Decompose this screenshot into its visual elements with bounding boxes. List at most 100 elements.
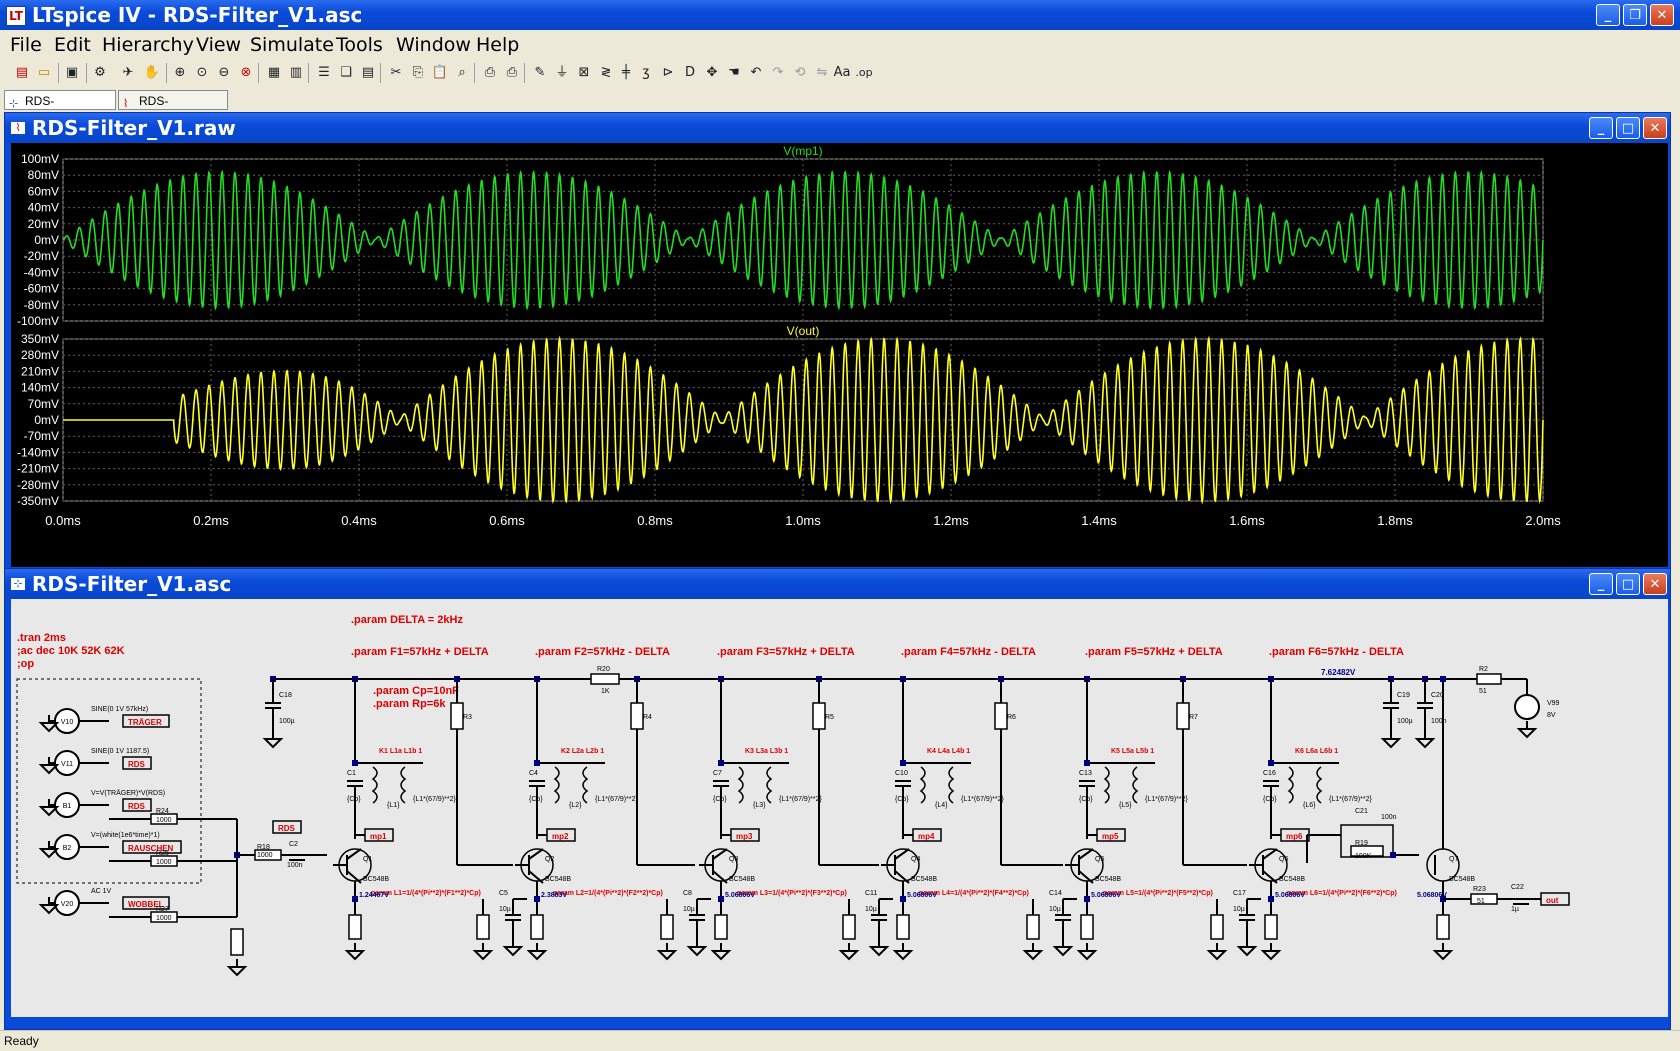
- param-cp: .param Cp=10nF: [373, 685, 459, 697]
- paste-icon[interactable]: 📋: [430, 63, 450, 83]
- waveform-minimize-button[interactable]: _: [1589, 117, 1613, 139]
- y-tick-label: 0mV: [34, 233, 59, 247]
- drag-icon[interactable]: ☚: [724, 63, 744, 83]
- cap-name: C8: [683, 890, 692, 897]
- cut-icon[interactable]: ✂: [386, 63, 406, 83]
- menu-edit[interactable]: Edit: [54, 34, 91, 56]
- control-panel-icon[interactable]: ⚙: [90, 63, 110, 83]
- halt-icon[interactable]: ✋: [142, 63, 162, 83]
- resistor-value: 1K: [601, 688, 610, 695]
- redo-icon[interactable]: ↷: [768, 63, 788, 83]
- text-icon[interactable]: Aa: [832, 63, 852, 83]
- junction: [1084, 896, 1090, 902]
- net-label: mp5: [1102, 832, 1119, 841]
- component-icon[interactable]: D: [680, 63, 700, 83]
- resistor: [660, 914, 674, 940]
- schematic-minimize-button[interactable]: _: [1589, 573, 1613, 595]
- new-schematic-icon[interactable]: ▤: [12, 63, 32, 83]
- cap-name: C1: [347, 770, 356, 777]
- ground-icon: [38, 806, 60, 817]
- node-voltage: 5.06806V: [725, 892, 755, 899]
- inductor-icon[interactable]: ʒ: [636, 63, 656, 83]
- x-tick-label: 2.0ms: [1525, 513, 1561, 528]
- open-folder-icon[interactable]: ▭: [34, 63, 54, 83]
- transistor-name: Q6: [1279, 856, 1288, 863]
- coupling-label: K1 L1a L1b 1: [379, 748, 422, 755]
- zoom-in-icon[interactable]: ⊕: [170, 63, 190, 83]
- resistor-icon[interactable]: ≷: [596, 63, 616, 83]
- pan-icon[interactable]: ⊙: [192, 63, 212, 83]
- tile-vertical-icon[interactable]: ▤: [358, 63, 378, 83]
- zoom-out-icon[interactable]: ⊖: [214, 63, 234, 83]
- find-icon[interactable]: ⌕: [452, 63, 472, 83]
- ground-icon: [38, 848, 60, 859]
- close-button[interactable]: ✕: [1650, 4, 1674, 26]
- menu-file[interactable]: File: [10, 34, 42, 56]
- autorange-icon[interactable]: ▦: [264, 63, 284, 83]
- undo-icon[interactable]: ↶: [746, 63, 766, 83]
- print-icon[interactable]: ⎙: [502, 63, 522, 83]
- print-setup-icon[interactable]: ⎙: [480, 63, 500, 83]
- minimize-button[interactable]: _: [1596, 4, 1620, 26]
- menu-view[interactable]: View: [196, 34, 241, 56]
- grid-icon[interactable]: ▥: [286, 63, 306, 83]
- ground-icon[interactable]: ⏚: [552, 63, 572, 83]
- supply-voltage-label: 7.62482V: [1321, 668, 1356, 677]
- y-tick-label: -60mV: [24, 282, 59, 296]
- tab-raw[interactable]: ⌇ RDS-Filter_V1.raw: [118, 90, 228, 128]
- menu-window[interactable]: Window: [396, 34, 471, 56]
- stage-param: .param F6=57kHz - DELTA: [1269, 646, 1404, 658]
- schematic-close-button[interactable]: ✕: [1643, 573, 1667, 595]
- source-name: B2: [63, 845, 72, 852]
- inductor-value: {L1*(67/9)**2}: [779, 796, 822, 803]
- capacitor-icon[interactable]: ╪: [616, 63, 636, 83]
- source-spec: SINE(0 1V 1187.5): [91, 748, 149, 755]
- resistor-name: R7: [1189, 714, 1198, 721]
- menu-help[interactable]: Help: [476, 34, 519, 56]
- plot-area[interactable]: V(mp1) 100mV 80mV 60mV 40mV 20mV 0mV -20mV -40mV…: [11, 143, 1668, 567]
- label-net-icon[interactable]: ⊠: [574, 63, 594, 83]
- cap-name: C18: [279, 692, 292, 699]
- resistor-name: R6: [1007, 714, 1016, 721]
- restore-button[interactable]: ❐: [1623, 4, 1647, 26]
- transistor-model: BC548B: [1279, 876, 1305, 883]
- mirror-icon[interactable]: ⇋: [812, 63, 832, 83]
- zoom-fit-icon[interactable]: ⊗: [236, 63, 256, 83]
- resistor: [1436, 914, 1450, 940]
- cascade-icon[interactable]: ❏: [336, 63, 356, 83]
- spice-directive: ;op: [17, 658, 34, 670]
- copy-icon[interactable]: ⎘: [408, 63, 428, 83]
- rotate-icon[interactable]: ⟲: [790, 63, 810, 83]
- ground-icon: [686, 946, 708, 957]
- ground-icon: [38, 904, 60, 915]
- menu-simulate[interactable]: Simulate: [250, 34, 334, 56]
- cap-value: 100n: [1431, 718, 1447, 725]
- move-icon[interactable]: ✥: [702, 63, 722, 83]
- waveform-close-button[interactable]: ✕: [1643, 117, 1667, 139]
- menu-hierarchy[interactable]: Hierarchy: [102, 34, 194, 56]
- schematic-maximize-button[interactable]: □: [1616, 573, 1640, 595]
- x-tick-label: 0.2ms: [193, 513, 229, 528]
- resistor-name: R27: [156, 906, 169, 913]
- run-icon[interactable]: ✈: [118, 63, 138, 83]
- ground-icon: [656, 950, 678, 961]
- junction: [352, 760, 358, 766]
- cap-value: 10µ: [1233, 906, 1245, 913]
- save-icon[interactable]: ▣: [62, 63, 82, 83]
- wire-icon[interactable]: ✎: [530, 63, 550, 83]
- tile-horizontal-icon[interactable]: ☰: [314, 63, 334, 83]
- inductor-icon: [400, 766, 407, 804]
- spice-directive-icon[interactable]: .op: [854, 63, 874, 83]
- diode-icon[interactable]: ⊳: [658, 63, 678, 83]
- resistor: [590, 673, 620, 685]
- resistor-value: 1000: [156, 915, 172, 922]
- waveform-maximize-button[interactable]: □: [1616, 117, 1640, 139]
- ground-icon: [710, 950, 732, 961]
- tab-asc[interactable]: ⊹ RDS-Filter_V1.asc: [4, 90, 116, 128]
- schematic-canvas[interactable]: .tran 2ms ;ac dec 10K 52K 62K ;op .param DE…: [11, 599, 1668, 1017]
- inductor-value: {L1*(67/9)**2}: [595, 796, 638, 803]
- net-label: out: [1546, 896, 1559, 905]
- cap-value: 100µ: [1397, 718, 1413, 725]
- menu-tools[interactable]: Tools: [336, 34, 383, 56]
- param-rp: .param Rp=6k: [373, 698, 446, 710]
